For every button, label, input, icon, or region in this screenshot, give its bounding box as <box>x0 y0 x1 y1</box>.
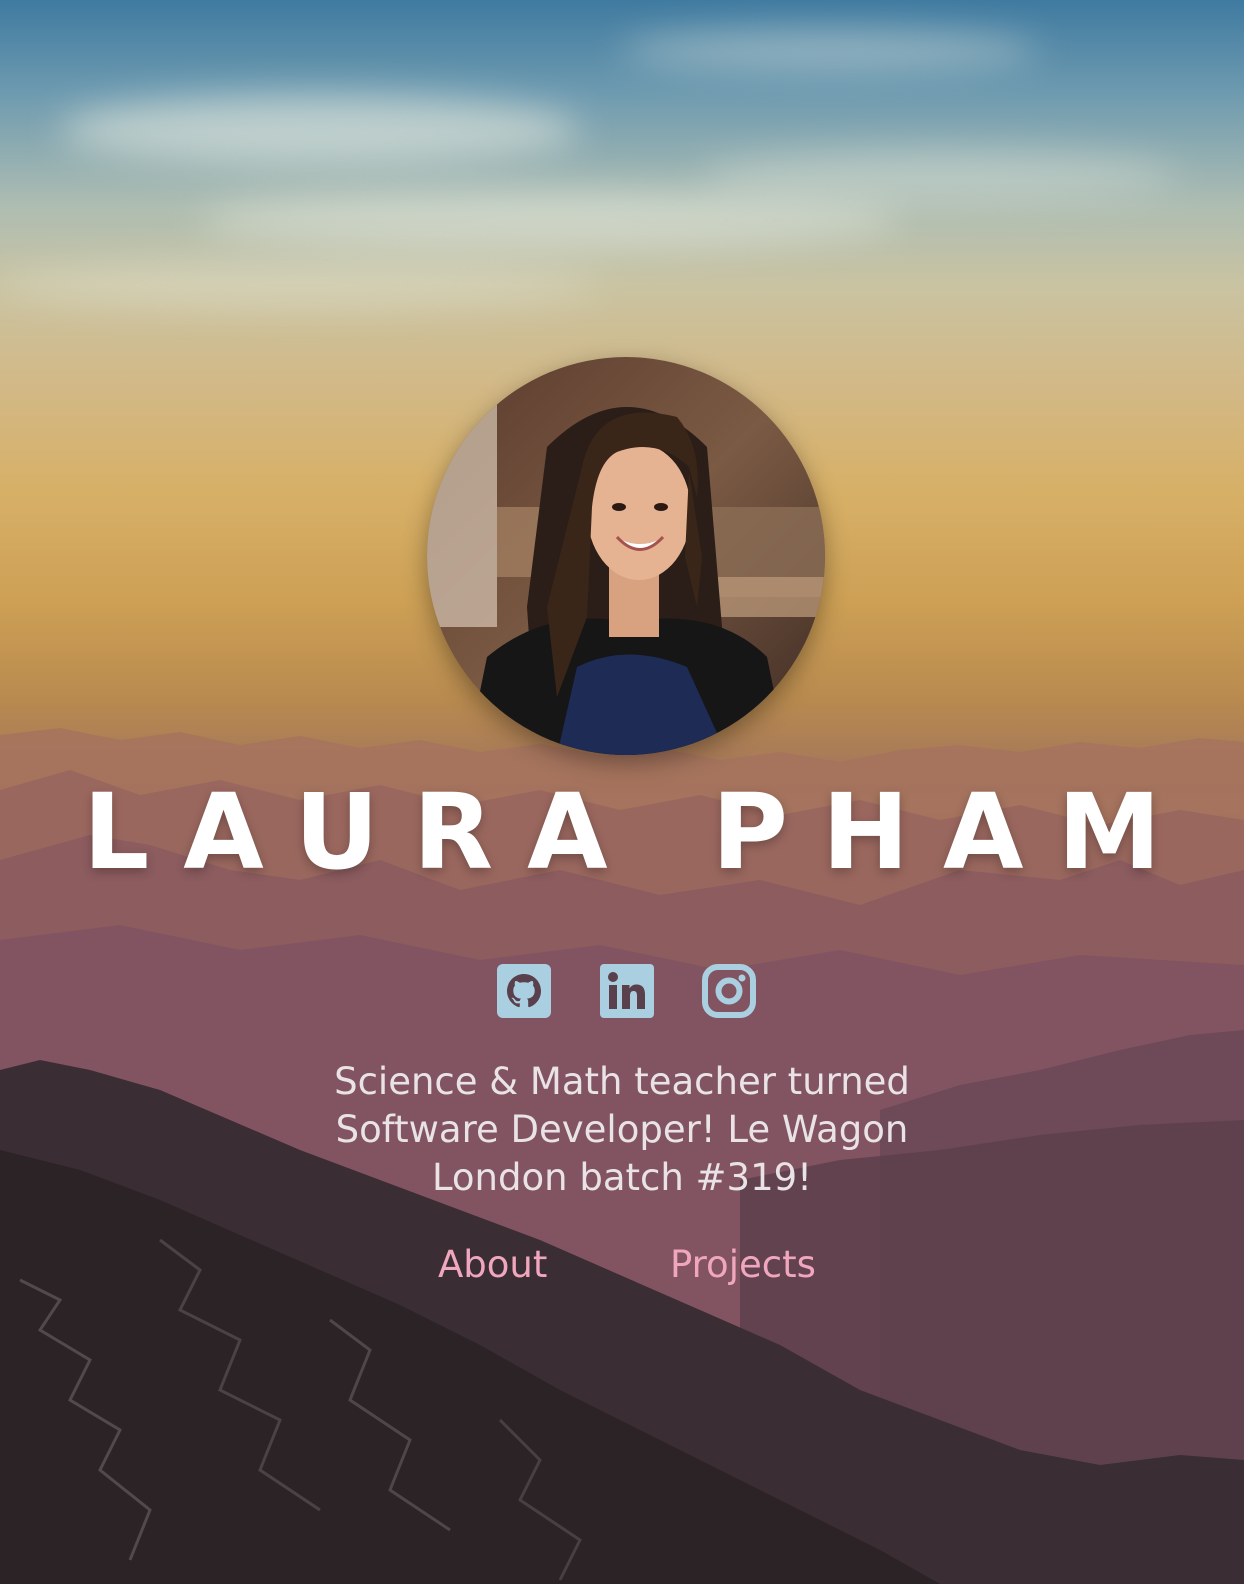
projects-link[interactable]: Projects <box>670 1241 816 1289</box>
about-link[interactable]: About <box>438 1241 547 1289</box>
profile-bio: Science & Math teacher turned Software D… <box>334 1060 910 1199</box>
hero-content: LAURA PHAM Science & Math teacher turned… <box>0 0 1244 1584</box>
github-link[interactable] <box>497 964 551 1018</box>
profile-photo <box>427 357 825 755</box>
profile-name: LAURA PHAM <box>82 771 1196 893</box>
linkedin-link[interactable] <box>600 964 654 1018</box>
github-icon <box>497 964 551 1018</box>
instagram-link[interactable] <box>702 964 756 1018</box>
linkedin-icon <box>600 964 654 1018</box>
hero-background: LAURA PHAM Science & Math teacher turned… <box>0 0 1244 1584</box>
instagram-icon <box>702 964 756 1018</box>
